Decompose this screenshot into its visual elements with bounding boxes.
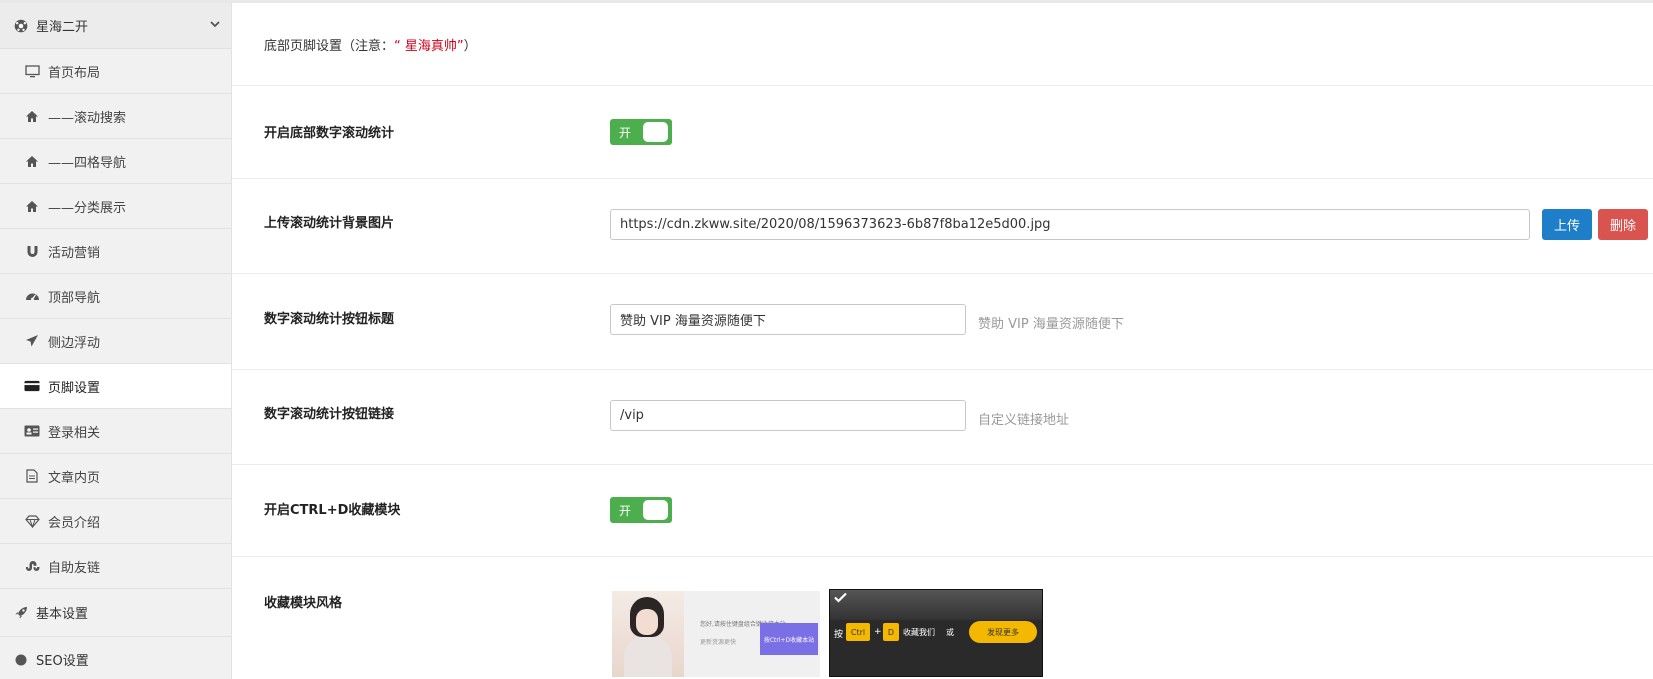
row-collect-style: 收藏模块风格 您好,请按住键盘组合键收藏本站 更新资源更快 按Ctrl+D收藏本… xyxy=(232,557,1653,679)
field-label: 开启CTRL+D收藏模块 xyxy=(264,503,401,518)
style-option-1[interactable]: 您好,请按住键盘组合键收藏本站 更新资源更快 按Ctrl+D收藏本站 xyxy=(612,591,820,677)
field-label: 上传滚动统计背景图片 xyxy=(264,216,395,231)
row-button-title: 数字滚动统计按钮标题 赞助 VIP 海量资源随便下 赞助 VIP 海量资源随便下 xyxy=(232,274,1653,370)
field-hint: 赞助 VIP 海量资源随便下 xyxy=(978,317,1124,332)
rocket-icon xyxy=(14,606,28,620)
sidebar-item-label: 活动营销 xyxy=(48,245,101,261)
style2-plus: + xyxy=(874,627,882,637)
desktop-icon xyxy=(24,63,40,79)
sidebar-item-marketing[interactable]: 活动营销 xyxy=(0,229,231,274)
send-icon xyxy=(24,333,40,349)
style2-press: 按 xyxy=(834,630,844,640)
diamond-icon xyxy=(24,513,40,529)
home-icon xyxy=(24,108,40,124)
scroll-stat-toggle[interactable]: 开 xyxy=(610,119,672,145)
sidebar-item-label: 登录相关 xyxy=(48,425,101,441)
soccer-ball-icon xyxy=(14,19,28,33)
sidebar-item-label: 首页布局 xyxy=(48,65,101,81)
button-link-input[interactable]: /vip xyxy=(610,400,966,431)
field-hint: 自定义链接地址 xyxy=(978,413,1070,428)
toggle-knob xyxy=(643,500,668,520)
sidebar-item-friend-links[interactable]: 自助友链 xyxy=(0,544,231,589)
sidebar-group-label: SEO设置 xyxy=(36,654,89,669)
home-icon xyxy=(24,153,40,169)
sidebar-item-scroll-search[interactable]: ——滚动搜索 xyxy=(0,94,231,139)
sidebar-item-label: 会员介绍 xyxy=(48,515,101,531)
row-ctrl-d: 开启CTRL+D收藏模块 开 xyxy=(232,465,1653,557)
sidebar-item-login[interactable]: 登录相关 xyxy=(0,409,231,454)
row-button-link: 数字滚动统计按钮链接 /vip 自定义链接地址 xyxy=(232,370,1653,465)
button-title-input[interactable]: 赞助 VIP 海量资源随便下 xyxy=(610,304,966,335)
sidebar-item-label: 自助友链 xyxy=(48,560,101,576)
portrait-image xyxy=(612,591,684,677)
field-label: 数字滚动统计按钮链接 xyxy=(264,407,395,422)
section-title-row: 底部页脚设置（注意：“ 星海真帅”） xyxy=(232,3,1653,86)
sidebar-item-article-page[interactable]: 文章内页 xyxy=(0,454,231,499)
sidebar-item-label: ——四格导航 xyxy=(48,155,127,171)
field-label: 数字滚动统计按钮标题 xyxy=(264,312,395,327)
toggle-on-text: 开 xyxy=(619,126,632,140)
toggle-knob xyxy=(643,122,668,142)
style2-or: 或 xyxy=(946,628,954,637)
style1-button: 按Ctrl+D收藏本站 xyxy=(760,623,818,655)
stumbleupon-icon xyxy=(24,558,40,574)
sidebar-item-homepage-layout[interactable]: 首页布局 xyxy=(0,49,231,94)
sidebar-item-label: ——分类展示 xyxy=(48,200,127,216)
ctrl-d-toggle[interactable]: 开 xyxy=(610,497,672,523)
sidebar-item-footer-settings[interactable]: 页脚设置 xyxy=(0,364,231,409)
sidebar-item-label: 页脚设置 xyxy=(48,380,101,396)
style1-line2: 更新资源更快 xyxy=(700,639,737,646)
title-highlight: “ 星海真帅” xyxy=(394,39,464,54)
sidebar-group-seo-settings[interactable]: SEO设置 xyxy=(0,637,231,679)
sidebar-item-category-display[interactable]: ——分类展示 xyxy=(0,184,231,229)
dark-background xyxy=(830,590,1042,620)
check-icon xyxy=(834,592,847,607)
delete-button[interactable]: 删除 xyxy=(1598,209,1648,240)
circle-icon xyxy=(14,653,28,667)
row-bg-image: 上传滚动统计背景图片 https://cdn.zkww.site/2020/08… xyxy=(232,179,1653,274)
credit-card-icon xyxy=(24,378,40,394)
bg-image-url-input[interactable]: https://cdn.zkww.site/2020/08/1596373623… xyxy=(610,209,1530,240)
style2-collect: 收藏我们 xyxy=(903,628,935,637)
magnet-icon xyxy=(24,243,40,259)
home-icon xyxy=(24,198,40,214)
field-label: 收藏模块风格 xyxy=(264,596,343,611)
sidebar-item-side-float[interactable]: 侧边浮动 xyxy=(0,319,231,364)
sidebar-item-label: 侧边浮动 xyxy=(48,335,101,351)
style2-ctrl-key: Ctrl xyxy=(846,623,870,641)
style2-d-key: D xyxy=(883,623,899,641)
sidebar-item-top-nav[interactable]: 顶部导航 xyxy=(0,274,231,319)
sidebar-item-label: 顶部导航 xyxy=(48,290,101,306)
sidebar-group-label: 基本设置 xyxy=(36,607,89,622)
sidebar: 星海二开 首页布局 ——滚动搜索 ——四格导航 ——分类展示 活动营销 顶部导航… xyxy=(0,3,232,679)
sidebar-item-membership[interactable]: 会员介绍 xyxy=(0,499,231,544)
sidebar-group-basic-settings[interactable]: 基本设置 xyxy=(0,589,231,637)
upload-button[interactable]: 上传 xyxy=(1542,209,1592,240)
main-panel: 底部页脚设置（注意：“ 星海真帅”） 开启底部数字滚动统计 开 上传滚动统计背景… xyxy=(232,3,1653,679)
sidebar-group-label: 星海二开 xyxy=(36,20,89,35)
sidebar-group-xinghai[interactable]: 星海二开 xyxy=(0,3,231,49)
toggle-on-text: 开 xyxy=(619,504,632,518)
chevron-down-icon xyxy=(209,18,221,34)
id-card-icon xyxy=(24,423,40,439)
style2-more-button: 发现更多 xyxy=(969,621,1037,643)
sidebar-item-four-grid-nav[interactable]: ——四格导航 xyxy=(0,139,231,184)
title-prefix: 底部页脚设置（注意： xyxy=(264,39,395,54)
dashboard-icon xyxy=(24,288,40,304)
title-suffix: ） xyxy=(463,39,477,54)
field-label: 开启底部数字滚动统计 xyxy=(264,126,395,141)
page-title: 底部页脚设置（注意：“ 星海真帅”） xyxy=(264,35,477,54)
row-scroll-stat: 开启底部数字滚动统计 开 xyxy=(232,86,1653,179)
style-option-2[interactable]: 按 Ctrl + D 收藏我们 或 发现更多 xyxy=(829,589,1043,677)
file-icon xyxy=(24,468,40,484)
sidebar-item-label: ——滚动搜索 xyxy=(48,110,127,126)
sidebar-item-label: 文章内页 xyxy=(48,470,101,486)
